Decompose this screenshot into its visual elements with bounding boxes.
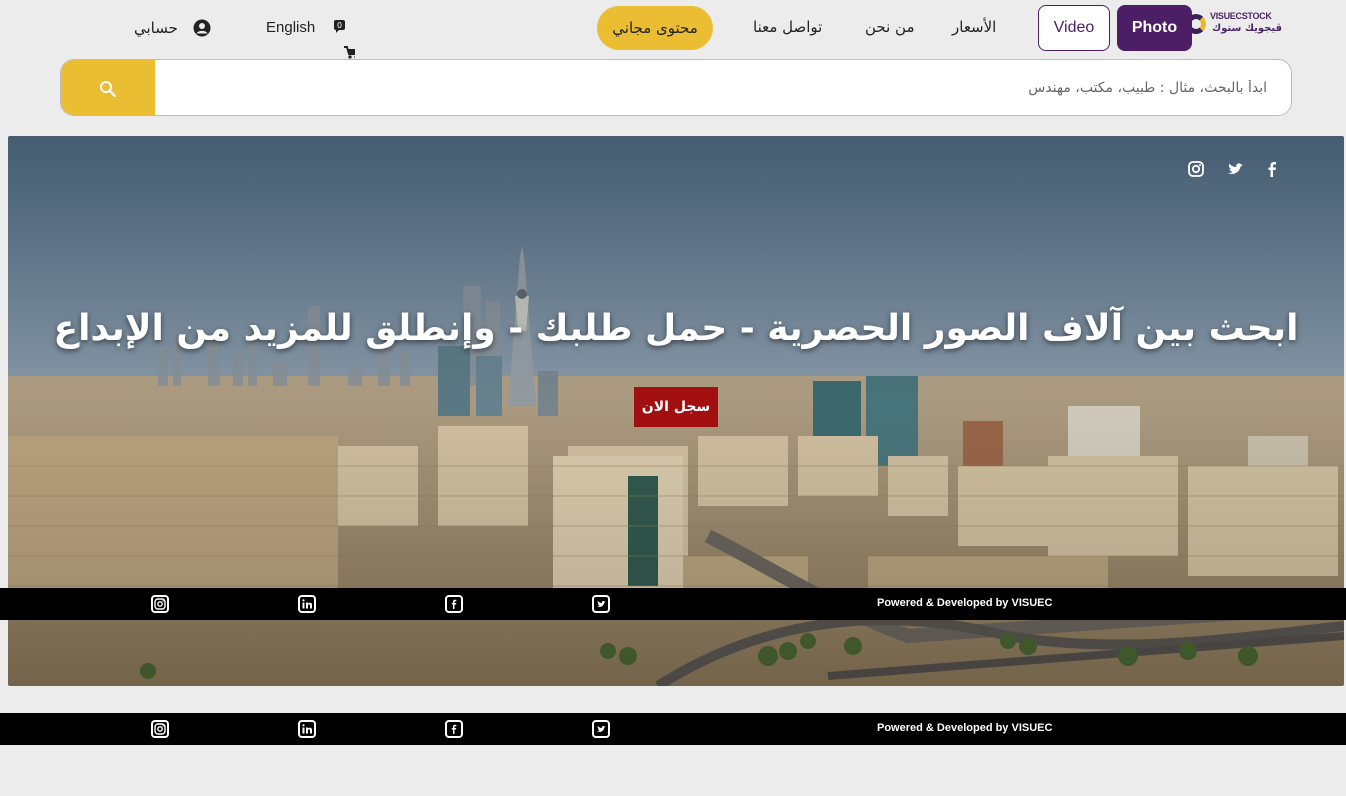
user-circle-icon[interactable] (193, 19, 211, 37)
nav-contact-link[interactable]: تواصل معنا (753, 18, 822, 36)
instagram-icon[interactable] (1185, 158, 1207, 180)
logo-text-en: VISUECSTOCK (1210, 11, 1272, 21)
search-bar (60, 59, 1292, 116)
video-button[interactable]: Video (1038, 5, 1110, 51)
instagram-icon[interactable] (151, 595, 169, 613)
visuecstock-logo[interactable]: VISUECSTOCK ڤيجويك ستوك (1186, 8, 1286, 42)
nav-prices-link[interactable]: الأسعار (952, 18, 996, 36)
photo-button[interactable]: Photo (1117, 5, 1192, 51)
instagram-icon[interactable] (151, 720, 169, 738)
language-switch[interactable]: English (266, 19, 315, 36)
search-button[interactable] (61, 60, 155, 115)
twitter-icon[interactable] (592, 720, 610, 738)
top-navbar: VISUECSTOCK ڤيجويك ستوك Photo Video الأس… (0, 0, 1346, 59)
twitter-icon[interactable] (1224, 158, 1246, 180)
hero-title: ابحث بين آلاف الصور الحصرية - حمل طلبك -… (53, 308, 1299, 349)
footer-bar-bottom: Powered & Developed by VISUEC (0, 713, 1346, 745)
register-now-button[interactable]: سجل الان (634, 387, 718, 427)
powered-by-text: Powered & Developed by VISUEC (877, 597, 1053, 609)
my-account-link[interactable]: حسابي (134, 19, 178, 37)
nav-about-link[interactable]: من نحن (865, 18, 915, 36)
search-icon (100, 80, 117, 97)
powered-by-text: Powered & Developed by VISUEC (877, 722, 1053, 734)
cart-count: 0 (337, 21, 342, 30)
linkedin-icon[interactable] (298, 595, 316, 613)
logo-text-ar: ڤيجويك ستوك (1212, 23, 1283, 34)
search-input[interactable] (155, 60, 1291, 115)
cart-icon[interactable]: 0 (333, 18, 358, 62)
twitter-icon[interactable] (592, 595, 610, 613)
free-content-button[interactable]: محتوى مجاني (597, 6, 713, 50)
footer-bar: Powered & Developed by VISUEC (0, 588, 1346, 620)
facebook-icon[interactable] (445, 595, 463, 613)
facebook-icon[interactable] (1261, 158, 1283, 180)
linkedin-icon[interactable] (298, 720, 316, 738)
facebook-icon[interactable] (445, 720, 463, 738)
